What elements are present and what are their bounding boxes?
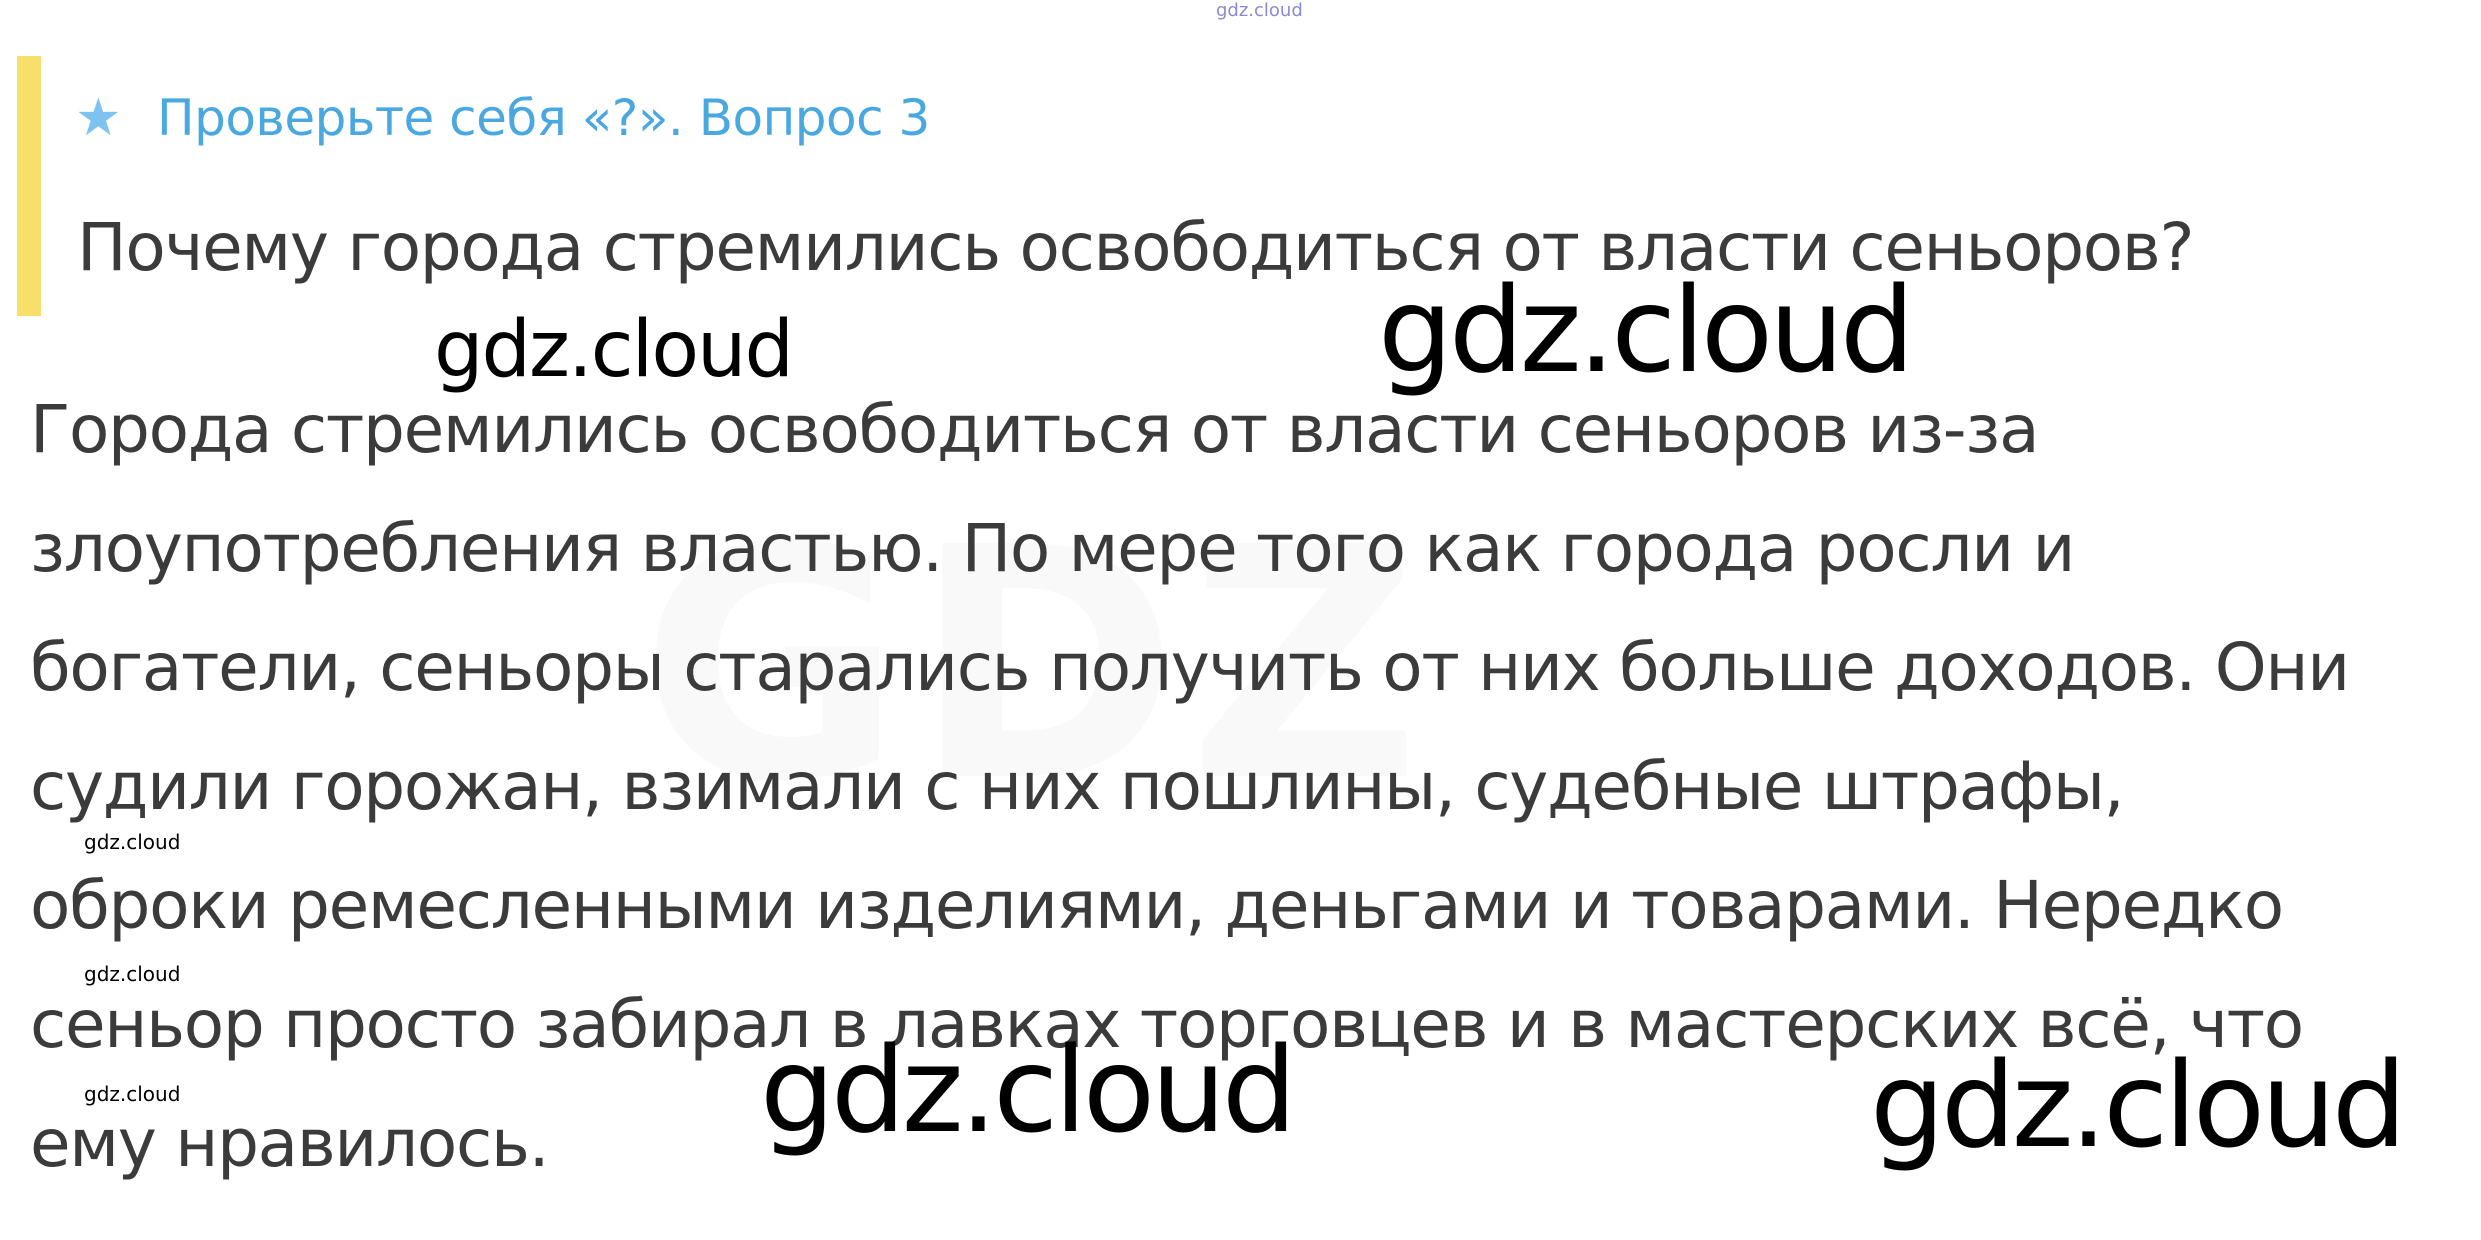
question-header: ★ Проверьте себя «?». Вопрос 3 (75, 88, 930, 148)
answer-line: оброки ремесленными изделиями, деньгами … (30, 867, 2284, 944)
watermark-upper-center: gdz.cloud (1378, 261, 1915, 399)
watermark-lower-center: gdz.cloud (760, 1021, 1297, 1159)
answer-line: богатели, сеньоры старались получить от … (30, 629, 2350, 706)
watermark-upper-left: gdz.cloud (434, 305, 794, 395)
question-block: ★ Проверьте себя «?». Вопрос 3 Почему го… (17, 56, 2397, 316)
top-watermark: gdz.cloud (1216, 0, 1303, 21)
star-icon: ★ (75, 88, 122, 148)
watermark-lower-right: gdz.cloud (1870, 1036, 2407, 1174)
question-title: Проверьте себя «?». Вопрос 3 (157, 89, 930, 147)
accent-bar (17, 56, 41, 316)
answer-line: судили горожан, взимали с них пошлины, с… (30, 748, 2125, 825)
watermark-small: gdz.cloud (84, 830, 181, 854)
answer-line: Города стремились освободиться от власти… (30, 391, 2040, 468)
watermark-small: gdz.cloud (84, 1082, 181, 1106)
watermark-small: gdz.cloud (84, 962, 181, 986)
answer-line: злоупотребления властью. По мере того ка… (30, 510, 2075, 587)
